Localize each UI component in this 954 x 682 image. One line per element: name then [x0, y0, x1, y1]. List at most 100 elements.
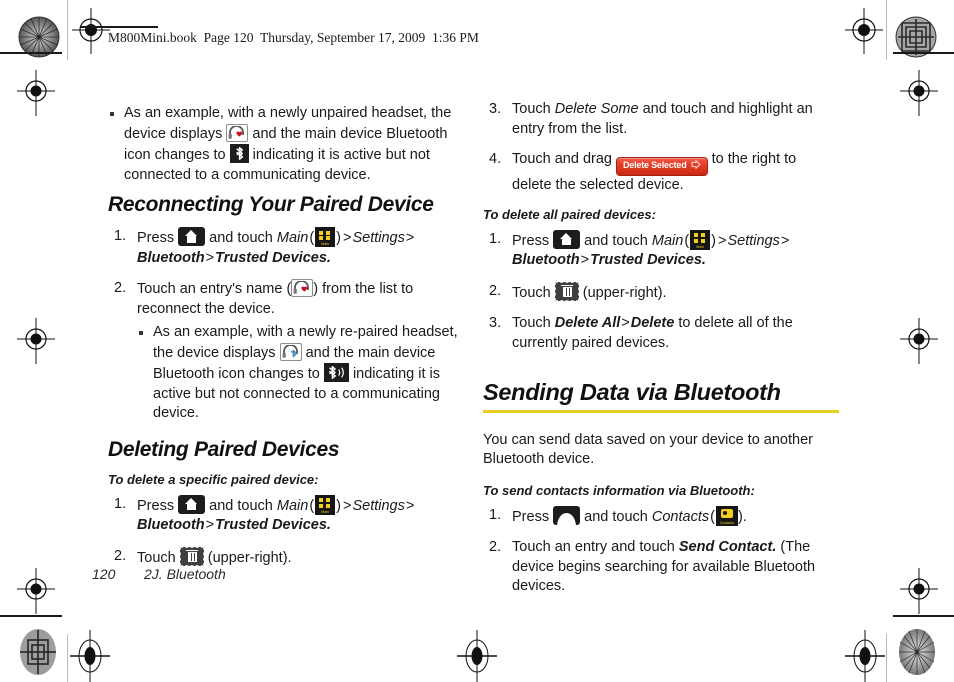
main-menu-icon: Main [690, 229, 711, 250]
bleed-rule-top-left [67, 0, 68, 60]
list-item: Touch an entry's name ( ) from the list … [108, 279, 464, 424]
sending-data-paragraph: You can send data saved on your device t… [483, 431, 813, 467]
emphasis-delete-all: Delete All [554, 315, 621, 331]
right-column: Touch Delete Some and touch and highligh… [483, 100, 839, 608]
emphasis-send-contact: Send Contact. [678, 539, 777, 555]
trash-icon [179, 546, 204, 566]
trash-icon [554, 281, 579, 301]
step-text-touch: Touch [512, 284, 551, 301]
emphasis-delete: Delete [630, 315, 675, 331]
menu-label-main: Main [276, 497, 309, 514]
main-menu-icon: Main [315, 227, 336, 247]
rosette-target-bottom-left [20, 629, 56, 675]
delete-all-steps: Press and touch Main(Main) >Settings> Blu… [483, 229, 839, 354]
bleed-rule-bottom-left [67, 634, 68, 682]
list-item: Touch (upper-right). [483, 281, 839, 304]
header-trim-rule [80, 26, 158, 28]
delete-specific-steps: Press and touch Main(Main) >Settings> Blu… [108, 494, 464, 569]
send-contacts-steps: Press and touch Contacts(Contacts). Touc… [483, 505, 839, 597]
delete-selected-button[interactable]: Delete Selected [616, 157, 708, 176]
list-item: Press and touch Main(Main) >Settings> Blu… [108, 227, 464, 268]
menu-label-main: Main [651, 232, 684, 249]
section-heading-deleting: Deleting Paired Devices [108, 437, 340, 461]
list-item: Touch an entry and touch Send Contact. (… [483, 538, 839, 597]
registration-crosshair-left-middle [17, 318, 55, 364]
registration-crosshair-right-bottom [900, 568, 938, 614]
step-text-upper-right: (upper-right). [582, 284, 667, 301]
headset-heart-icon [226, 123, 249, 142]
emphasis-delete-some: Delete Some [554, 101, 639, 117]
continued-steps: Touch Delete Some and touch and highligh… [483, 100, 839, 196]
lead-send-contacts: To send contacts information via Bluetoo… [483, 482, 755, 498]
path-settings: Settings [352, 230, 405, 246]
path-trusted-devices: Trusted Devices. [590, 252, 706, 268]
list-item: As an example, with a newly unpaired hea… [108, 104, 464, 185]
path-settings: Settings [727, 232, 780, 249]
bleed-rule-bottom-right [886, 634, 887, 682]
list-item: Touch and drag Delete Selected to the ri… [483, 150, 839, 196]
trim-line-bottom-right [893, 615, 954, 617]
step-text-touch-entry: Touch an entry's name ( [137, 281, 292, 297]
registration-crosshair-bottom-right [845, 630, 885, 682]
step-text-press: Press [137, 497, 175, 514]
reconnect-steps: Press and touch Main(Main) >Settings> Blu… [108, 227, 464, 424]
section-heading-reconnecting: Reconnecting Your Paired Device [108, 193, 434, 216]
headset-heart-icon [291, 279, 314, 297]
step-text-touch: Touch [512, 315, 551, 331]
bleed-rule-top-right [886, 0, 887, 60]
home-key-icon [178, 227, 206, 246]
registration-crosshair-top-right [845, 8, 883, 54]
registration-crosshair-bottom-left [70, 630, 110, 682]
footer-chapter-title: 2J. Bluetooth [144, 566, 226, 582]
registration-crosshair-right-middle [900, 318, 938, 364]
step-text-close-paren: ). [737, 508, 747, 525]
step-text-touch-entry: Touch an entry and touch [512, 539, 675, 555]
section-heading-sending-data: Sending Data via Bluetooth [483, 379, 781, 405]
step-text-touch: Touch [137, 549, 176, 566]
footer-page-number: 120 [92, 566, 116, 582]
step-text-and-touch: and touch [209, 497, 273, 514]
list-item: Press and touch Main(Main) >Settings> Blu… [483, 229, 839, 271]
path-trusted-devices: Trusted Devices. [215, 249, 331, 266]
headset-bluetooth-icon [279, 342, 302, 361]
registration-crosshair-left-top [17, 70, 55, 116]
left-column: As an example, with a newly unpaired hea… [108, 100, 464, 579]
path-settings: Settings [352, 497, 405, 514]
section-accent-rule [483, 410, 839, 413]
lead-delete-all: To delete all paired devices: [483, 206, 656, 222]
list-item: As an example, with a newly re-paired he… [137, 323, 464, 424]
step-text-touch-drag: Touch and drag [512, 151, 612, 167]
step-text-and-touch: and touch [209, 230, 273, 246]
intro-bullet-list: As an example, with a newly unpaired hea… [108, 104, 464, 185]
step-text-upper-right: (upper-right). [207, 549, 292, 566]
step-text-and-touch: and touch [584, 508, 648, 525]
menu-label-main: Main [276, 230, 309, 246]
trim-line-top-right [893, 52, 954, 54]
step-text-press: Press [137, 230, 175, 246]
trim-line-top-left [0, 52, 62, 54]
step-text-touch: Touch [512, 101, 551, 117]
bluetooth-icon [229, 144, 249, 163]
list-item: Touch Delete Some and touch and highligh… [483, 100, 839, 139]
app-label-contacts: Contacts [651, 508, 710, 525]
registration-crosshair-top-left [72, 8, 110, 54]
rosette-target-bottom-right [899, 629, 935, 675]
step-text-press: Press [512, 508, 550, 525]
path-bluetooth: Bluetooth [137, 249, 205, 266]
registration-crosshair-right-top [900, 70, 938, 116]
list-item: Press and touch Main(Main) >Settings> Blu… [108, 494, 464, 536]
list-item: Touch (upper-right). [108, 546, 464, 569]
list-item: Touch Delete All>Delete to delete all of… [489, 314, 793, 351]
registration-crosshair-left-bottom [17, 568, 55, 614]
bluetooth-active-icon [323, 363, 349, 382]
reconnect-bullet-list: As an example, with a newly re-paired he… [137, 323, 464, 424]
path-trusted-devices: Trusted Devices. [215, 517, 331, 533]
arrow-right-icon [691, 159, 701, 172]
path-bluetooth: Bluetooth [137, 517, 205, 533]
delete-selected-label: Delete Selected [623, 160, 687, 170]
contacts-icon: Contacts [715, 505, 738, 526]
page-footer: 120 2J. Bluetooth [92, 566, 226, 582]
home-key-icon [553, 229, 581, 249]
registration-crosshair-bottom-center [457, 630, 497, 682]
step-text-and-touch: and touch [584, 232, 648, 249]
